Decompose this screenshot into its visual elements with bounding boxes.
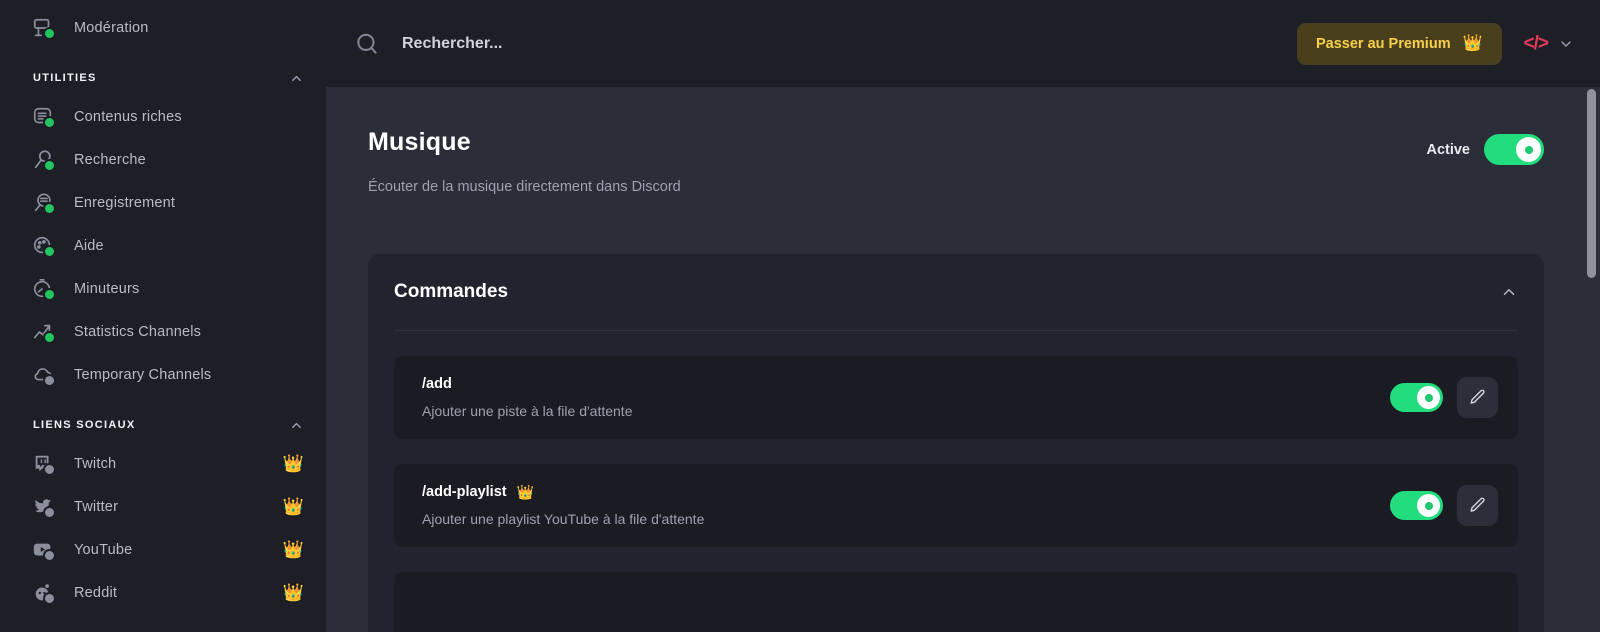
crown-badge: 👑 — [282, 497, 304, 516]
active-label: Active — [1426, 141, 1470, 158]
chevron-up-icon[interactable] — [1500, 283, 1518, 301]
page-header: Musique Écouter de la musique directemen… — [368, 87, 1544, 195]
crown-badge: 👑 — [282, 454, 304, 473]
scrollbar-thumb[interactable] — [1587, 89, 1596, 278]
command-row — [394, 572, 1518, 632]
command-description: Ajouter une playlist YouTube à la file d… — [422, 511, 705, 527]
developer-mode-button[interactable]: </> — [1524, 33, 1574, 55]
chevron-up-icon[interactable] — [289, 418, 304, 433]
command-info: /add Ajouter une piste à la file d'atten… — [422, 376, 632, 419]
sidebar-group-title: LIENS SOCIAUX — [33, 419, 136, 431]
premium-button-label: Passer au Premium — [1315, 35, 1451, 52]
sidebar-item-contenus-riches[interactable]: Contenus riches — [0, 95, 326, 138]
sidebar-item-label: Modération — [74, 19, 149, 36]
sidebar-item-label: Statistics Channels — [74, 323, 202, 340]
sidebar-item-label: Twitter — [74, 498, 119, 515]
command-actions — [1390, 377, 1498, 418]
search-input[interactable] — [402, 34, 742, 53]
premium-upgrade-button[interactable]: Passer au Premium 👑 — [1296, 22, 1502, 65]
sidebar-group-title: UTILITIES — [33, 72, 97, 84]
sidebar-item-label: Enregistrement — [74, 194, 176, 211]
pencil-icon — [1468, 388, 1487, 407]
sidebar-item-twitter[interactable]: Twitter 👑 — [0, 485, 326, 528]
crown-badge: 👑 — [282, 540, 304, 559]
commands-panel-header[interactable]: Commandes — [394, 254, 1518, 331]
sidebar-item-temporary-channels[interactable]: Temporary Channels — [0, 353, 326, 396]
top-bar-right: Passer au Premium 👑 </> — [1296, 22, 1574, 65]
page-title: Musique — [368, 128, 471, 156]
sidebar-item-label: Twitch — [74, 455, 117, 472]
record-icon — [30, 190, 56, 216]
sidebar-item-twitch[interactable]: Twitch 👑 — [0, 442, 326, 485]
module-toggle-group: Active — [1426, 128, 1544, 165]
command-row: /add Ajouter une piste à la file d'atten… — [394, 356, 1518, 439]
sidebar-item-aide[interactable]: Aide — [0, 224, 326, 267]
sidebar: Modération UTILITIES Contenus riches Rec… — [0, 0, 326, 632]
sidebar-item-label: Contenus riches — [74, 108, 182, 125]
pencil-icon — [1468, 496, 1487, 515]
module-active-toggle[interactable] — [1484, 134, 1544, 165]
sidebar-item-label: YouTube — [74, 541, 133, 558]
statistics-icon — [30, 319, 56, 345]
sidebar-item-label: Recherche — [74, 151, 146, 168]
content-scroll-area: Musique Écouter de la musique directemen… — [326, 87, 1600, 632]
timer-icon — [30, 276, 56, 302]
sidebar-item-moderation[interactable]: Modération — [0, 6, 326, 49]
search-box[interactable] — [354, 31, 742, 57]
page-subtitle: Écouter de la musique directement dans D… — [368, 179, 681, 195]
top-bar: Passer au Premium 👑 </> — [326, 0, 1600, 87]
moderation-icon — [30, 15, 56, 41]
help-icon — [30, 233, 56, 259]
crown-icon: 👑 — [516, 484, 535, 500]
sidebar-group-utilities[interactable]: UTILITIES — [0, 61, 326, 95]
command-name: /add-playlist — [422, 484, 507, 500]
magnifier-icon — [30, 147, 56, 173]
temporary-channels-icon — [30, 362, 56, 388]
chevron-up-icon[interactable] — [289, 71, 304, 86]
sidebar-item-statistics-channels[interactable]: Statistics Channels — [0, 310, 326, 353]
command-edit-button[interactable] — [1457, 377, 1498, 418]
app-root: Modération UTILITIES Contenus riches Rec… — [0, 0, 1600, 632]
sidebar-item-minuteurs[interactable]: Minuteurs — [0, 267, 326, 310]
commands-panel: Commandes /add Ajouter une piste à la fi… — [368, 254, 1544, 632]
search-icon — [354, 31, 380, 57]
sidebar-item-label: Aide — [74, 237, 104, 254]
command-edit-button[interactable] — [1457, 485, 1498, 526]
youtube-icon — [30, 537, 56, 563]
main-area: Passer au Premium 👑 </> Musique Écouter … — [326, 0, 1600, 632]
sidebar-item-reddit[interactable]: Reddit 👑 — [0, 571, 326, 614]
command-info: /add-playlist 👑 Ajouter une playlist You… — [422, 484, 704, 527]
crown-icon: 👑 — [1462, 34, 1483, 52]
command-row: /add-playlist 👑 Ajouter une playlist You… — [394, 464, 1518, 547]
sidebar-item-label: Reddit — [74, 584, 118, 601]
command-name-group: /add-playlist 👑 — [422, 484, 704, 500]
sidebar-group-liens-sociaux[interactable]: LIENS SOCIAUX — [0, 408, 326, 442]
command-enable-toggle[interactable] — [1390, 491, 1443, 520]
scrollbar-track[interactable] — [1585, 0, 1600, 632]
command-name-group: /add — [422, 376, 632, 392]
code-icon: </> — [1523, 32, 1550, 54]
rich-content-icon — [30, 104, 56, 130]
reddit-icon — [30, 580, 56, 606]
command-enable-toggle[interactable] — [1390, 383, 1443, 412]
sidebar-item-label: Minuteurs — [74, 280, 140, 297]
commands-panel-title: Commandes — [394, 281, 509, 302]
command-name: /add — [422, 376, 452, 392]
sidebar-item-youtube[interactable]: YouTube 👑 — [0, 528, 326, 571]
command-description: Ajouter une piste à la file d'attente — [422, 403, 633, 419]
twitch-icon — [30, 451, 56, 477]
command-actions — [1390, 485, 1498, 526]
sidebar-item-label: Temporary Channels — [74, 366, 212, 383]
twitter-icon — [30, 494, 56, 520]
sidebar-item-recherche[interactable]: Recherche — [0, 138, 326, 181]
chevron-down-icon[interactable] — [1558, 36, 1574, 52]
crown-badge: 👑 — [282, 583, 304, 602]
sidebar-item-enregistrement[interactable]: Enregistrement — [0, 181, 326, 224]
